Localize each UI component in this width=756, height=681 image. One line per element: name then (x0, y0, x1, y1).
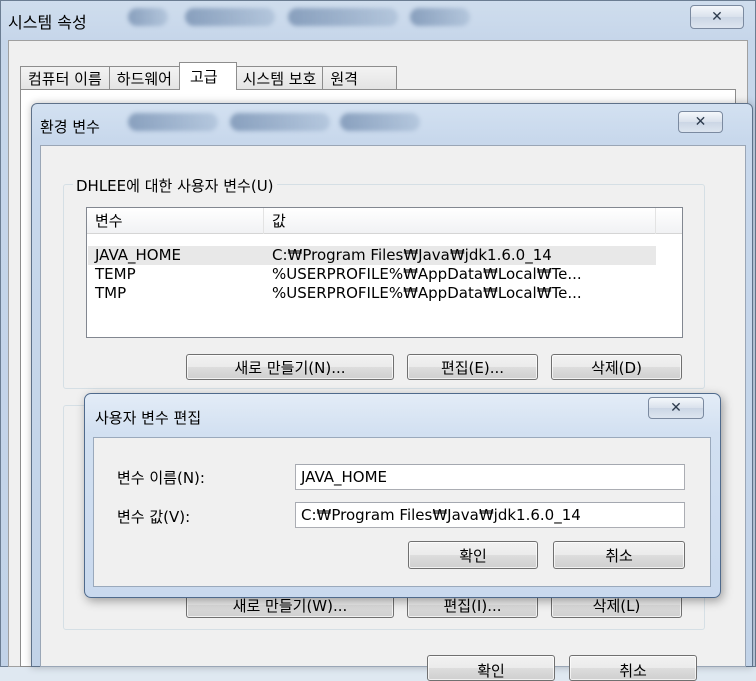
blurred-title-text (185, 8, 275, 26)
blurred-title-text (128, 8, 168, 26)
column-header-value[interactable]: 값 (264, 208, 656, 234)
close-icon: ✕ (711, 9, 723, 25)
user-delete-button[interactable]: 삭제(D) (551, 354, 682, 380)
tab-computer-name[interactable]: 컴퓨터 이름 (20, 66, 110, 90)
blurred-title-text (410, 8, 470, 26)
list-item[interactable]: TEMP %USERPROFILE%₩AppData₩Local₩Te... (88, 265, 656, 284)
env-cancel-button[interactable]: 취소 (569, 655, 697, 681)
variable-name-input[interactable]: JAVA_HOME (295, 464, 685, 490)
system-properties-close-button[interactable]: ✕ (690, 5, 744, 29)
system-properties-title: 시스템 속성 (8, 13, 87, 32)
edit-ok-button[interactable]: 확인 (408, 541, 538, 569)
tab-hardware[interactable]: 하드웨어 (108, 66, 180, 90)
tab-remote[interactable]: 원격 (322, 66, 397, 90)
blurred-title-text (128, 113, 218, 131)
variable-name-label: 변수 이름(N): (117, 469, 205, 487)
edit-dialog-close-button[interactable]: ✕ (648, 397, 704, 419)
environment-variables-close-button[interactable]: ✕ (678, 111, 723, 133)
variable-value-label: 변수 값(V): (117, 508, 191, 526)
user-variables-group-label: DHLEE에 대한 사용자 변수(U) (73, 175, 277, 196)
column-header-variable[interactable]: 변수 (87, 208, 264, 234)
list-item-value: C:₩Program Files₩Java₩jdk1.6.0_14 (272, 246, 552, 264)
environment-variables-title: 환경 변수 (40, 118, 100, 136)
tab-strip: 컴퓨터 이름 하드웨어 고급 시스템 보호 원격 (20, 62, 397, 90)
list-item-name: TMP (95, 284, 127, 302)
list-item-name: TEMP (95, 265, 136, 283)
user-new-button[interactable]: 새로 만들기(N)... (186, 354, 394, 380)
list-item[interactable]: JAVA_HOME C:₩Program Files₩Java₩jdk1.6.0… (88, 246, 656, 265)
list-item-value: %USERPROFILE%₩AppData₩Local₩Te... (272, 265, 582, 283)
list-header: 변수 값 (87, 208, 682, 234)
user-variables-list[interactable]: 변수 값 JAVA_HOME C:₩Program Files₩Java₩jdk… (86, 207, 683, 338)
edit-cancel-button[interactable]: 취소 (553, 541, 685, 569)
blurred-title-text (230, 113, 330, 131)
env-ok-button[interactable]: 확인 (427, 655, 555, 681)
list-item[interactable]: TMP %USERPROFILE%₩AppData₩Local₩Te... (88, 284, 656, 303)
list-item-name: JAVA_HOME (95, 246, 182, 264)
close-icon: ✕ (694, 114, 707, 130)
list-item-value: %USERPROFILE%₩AppData₩Local₩Te... (272, 284, 582, 302)
close-icon: ✕ (670, 400, 682, 416)
edit-user-variable-title: 사용자 변수 편집 (95, 409, 202, 427)
variable-value-input[interactable]: C:₩Program Files₩Java₩jdk1.6.0_14 (295, 502, 685, 528)
blurred-title-text (288, 8, 398, 26)
blurred-title-text (340, 113, 420, 131)
tab-system-protection[interactable]: 시스템 보호 (235, 66, 324, 90)
user-edit-button[interactable]: 편집(E)... (407, 354, 538, 380)
tab-advanced[interactable]: 고급 (178, 62, 237, 90)
